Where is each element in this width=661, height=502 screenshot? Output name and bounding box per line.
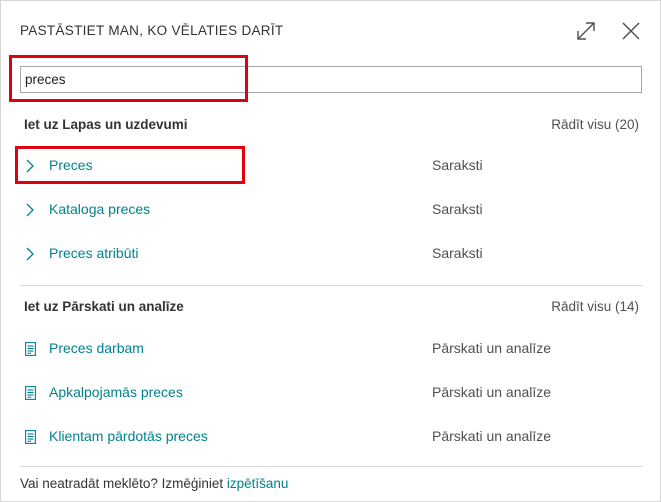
result-item-name[interactable]: Preces — [49, 157, 93, 173]
result-item-klientam-pardotas-preces[interactable]: Klientam pārdotās preces Pārskati un ana… — [20, 425, 642, 449]
chevron-right-icon — [24, 202, 36, 218]
section-title: Iet uz Pārskati un analīze — [24, 299, 184, 314]
dialog-title: PASTĀSTIET MAN, KO VĒLATIES DARĪT — [20, 23, 284, 38]
report-icon — [24, 385, 36, 401]
expand-icon[interactable] — [574, 19, 598, 43]
result-item-preces-darbam[interactable]: Preces darbam Pārskati un analīze — [20, 337, 642, 361]
footer-text: Vai neatradāt meklēto? Izmēģiniet — [20, 476, 227, 491]
result-item-preces[interactable]: Preces Saraksti — [20, 154, 642, 178]
result-item-category: Pārskati un analīze — [432, 428, 552, 444]
section-divider — [20, 285, 642, 286]
search-input[interactable] — [21, 67, 641, 92]
result-item-apkalpojamas-preces[interactable]: Apkalpojamās preces Pārskati un analīze — [20, 381, 642, 405]
footer: Vai neatradāt meklēto? Izmēģiniet izpētī… — [20, 476, 288, 491]
result-item-category: Saraksti — [432, 157, 483, 173]
chevron-right-icon — [24, 246, 36, 262]
show-all-link[interactable]: Rādīt visu (14) — [551, 299, 639, 314]
result-item-category: Saraksti — [432, 245, 483, 261]
result-item-category: Pārskati un analīze — [432, 384, 552, 400]
section-header-reports: Iet uz Pārskati un analīze Rādīt visu (1… — [24, 299, 639, 319]
close-icon[interactable] — [619, 19, 643, 43]
section-header-pages: Iet uz Lapas un uzdevumi Rādīt visu (20) — [24, 117, 639, 137]
show-all-link[interactable]: Rādīt visu (20) — [551, 117, 639, 132]
result-item-name[interactable]: Kataloga preces — [49, 201, 150, 217]
result-item-name[interactable]: Apkalpojamās preces — [49, 384, 183, 400]
tell-me-dialog: PASTĀSTIET MAN, KO VĒLATIES DARĪT Iet uz… — [0, 0, 661, 502]
report-icon — [24, 429, 36, 445]
footer-divider — [20, 466, 642, 467]
result-item-category: Saraksti — [432, 201, 483, 217]
search-field[interactable] — [20, 66, 642, 93]
dialog-header: PASTĀSTIET MAN, KO VĒLATIES DARĪT — [1, 1, 660, 59]
result-item-name[interactable]: Preces darbam — [49, 340, 144, 356]
result-item-name[interactable]: Preces atribūti — [49, 245, 138, 261]
explore-link[interactable]: izpētīšanu — [227, 476, 289, 491]
chevron-right-icon — [24, 158, 36, 174]
result-item-preces-atributi[interactable]: Preces atribūti Saraksti — [20, 242, 642, 266]
report-icon — [24, 341, 36, 357]
result-item-name[interactable]: Klientam pārdotās preces — [49, 428, 208, 444]
section-title: Iet uz Lapas un uzdevumi — [24, 117, 188, 132]
result-item-kataloga-preces[interactable]: Kataloga preces Saraksti — [20, 198, 642, 222]
result-item-category: Pārskati un analīze — [432, 340, 552, 356]
